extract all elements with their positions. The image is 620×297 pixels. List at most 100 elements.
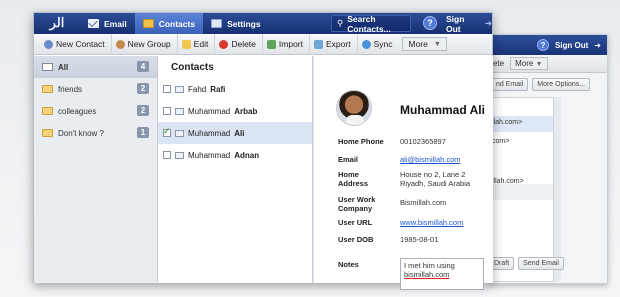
sign-out-link[interactable]: Sign Out ➜ — [446, 13, 492, 34]
bg-send-button[interactable]: Send Email — [518, 257, 564, 270]
email-label: Email — [338, 155, 359, 164]
bg-mail-line: com> — [492, 138, 510, 145]
contacts-icon — [142, 19, 154, 28]
home-address-line: House no 2, Lane 2 — [400, 170, 466, 179]
user-url-link[interactable]: www.bismillah.com — [400, 218, 463, 227]
contact-first-name: Muhammad — [188, 150, 231, 160]
contacts-window: الر Email Contacts Settings ⚲ Search Con… — [33, 12, 493, 290]
bg-delete-button[interactable]: ete — [493, 59, 504, 68]
delete-label: Delete — [231, 39, 256, 49]
bg-row — [490, 184, 560, 200]
bg-bottom-buttons: Draft Send Email — [489, 257, 564, 270]
avatar — [336, 90, 372, 126]
tab-settings[interactable]: Settings — [203, 13, 269, 34]
bg-action-row: nd Email More Options... — [489, 73, 607, 95]
user-url-label: User URL — [338, 218, 373, 227]
contact-row-fahd-rafi[interactable]: Fahd Rafi — [158, 78, 312, 100]
bg-mail-line: llah.com> — [492, 119, 523, 126]
edit-icon — [181, 39, 191, 49]
tab-settings-label: Settings — [227, 18, 261, 29]
contacts-heading: Contacts — [171, 61, 214, 73]
tab-contacts[interactable]: Contacts — [134, 13, 204, 34]
group-label: All — [58, 62, 69, 72]
folder-icon — [42, 129, 53, 137]
new-contact-button[interactable]: New Contact — [40, 34, 111, 55]
import-button[interactable]: Import — [261, 33, 309, 55]
contact-row-muhammad-ali[interactable]: Muhammad Ali — [158, 122, 312, 144]
home-address-value: House no 2, Lane 2 Riyadh, Saudi Arabia — [400, 170, 470, 188]
delete-icon — [219, 39, 229, 49]
contact-last-name: Ali — [234, 128, 245, 138]
contact-checkbox[interactable] — [163, 107, 171, 115]
home-address-label: Home Address — [338, 170, 368, 188]
bg-topbar: ? Sign Out ➜ — [489, 35, 607, 55]
contact-first-name: Muhammad — [188, 128, 231, 138]
export-button[interactable]: Export — [309, 33, 357, 55]
more-dropdown[interactable]: More ▼ — [402, 37, 447, 51]
export-icon — [314, 39, 323, 49]
import-icon — [266, 39, 276, 49]
bg-mail-line: illah.com> — [492, 178, 524, 185]
sync-button[interactable]: Sync — [356, 33, 399, 55]
search-contacts-button[interactable]: ⚲ Search Contacts... — [331, 13, 411, 34]
delete-button[interactable]: Delete — [214, 33, 262, 55]
contact-first-name: Muhammad — [188, 106, 231, 116]
new-group-label: New Group — [127, 39, 171, 49]
bg-mail-list: llah.com> com> illah.com> — [489, 97, 560, 282]
home-address-line: Riyadh, Saudi Arabia — [400, 179, 471, 188]
group-item-all[interactable]: All 4 — [34, 56, 157, 78]
sign-out-label: Sign Out — [446, 13, 465, 34]
contact-row-muhammad-arbab[interactable]: Muhammad Arbab — [158, 100, 312, 122]
search-icon: ⚲ — [337, 18, 344, 28]
work-company-label: User Work Company — [338, 195, 375, 213]
arrow-right-icon: ➜ — [484, 18, 492, 28]
tab-email[interactable]: Email — [80, 13, 135, 34]
contact-checkbox[interactable] — [163, 85, 171, 93]
folder-icon — [42, 107, 53, 115]
background-email-window: ? Sign Out ➜ ete More ▼ nd Email More Op… — [488, 34, 608, 284]
tab-email-label: Email — [104, 18, 127, 29]
contact-card-icon — [175, 129, 184, 137]
edit-button[interactable]: Edit — [176, 33, 215, 55]
user-dob-label: User DOB — [338, 235, 374, 244]
group-label: Don't know ? — [58, 128, 104, 138]
group-item-colleagues[interactable]: colleagues 2 — [34, 100, 157, 122]
contacts-list: Contacts Fahd Rafi Muhammad Arbab Muhamm… — [158, 56, 313, 283]
contact-checkbox[interactable] — [163, 126, 171, 137]
contact-card-icon — [175, 107, 184, 115]
bg-scrollbar[interactable] — [553, 97, 561, 282]
contact-first-name: Fahd — [188, 84, 207, 94]
work-company-label-line: Company — [338, 204, 373, 213]
top-nav-bar: الر Email Contacts Settings ⚲ Search Con… — [34, 13, 492, 34]
email-link[interactable]: ali@bismillah.com — [400, 155, 461, 164]
group-item-dont-know[interactable]: Don't know ? 1 — [34, 122, 157, 144]
home-address-label-line: Home — [338, 170, 359, 179]
contact-checkbox[interactable] — [163, 151, 171, 159]
sync-icon — [361, 39, 371, 49]
app-logo[interactable]: الر — [34, 13, 80, 34]
bg-send-email-button[interactable]: nd Email — [491, 77, 529, 91]
user-dob-value: 1985-08-01 — [400, 235, 439, 244]
contact-row-muhammad-adnan[interactable]: Muhammad Adnan — [158, 144, 312, 166]
add-group-icon — [115, 39, 125, 49]
help-icon[interactable]: ? — [423, 16, 437, 30]
edit-label: Edit — [193, 39, 209, 49]
new-group-button[interactable]: New Group — [110, 33, 177, 55]
sync-label: Sync — [373, 39, 393, 49]
bg-more-button[interactable]: More ▼ — [510, 57, 548, 70]
home-phone-value: 00102365897 — [400, 137, 446, 146]
chevron-down-icon: ▼ — [433, 40, 441, 48]
bg-help-icon[interactable]: ? — [536, 39, 549, 51]
bg-more-options-button[interactable]: More Options... — [532, 77, 591, 91]
contact-last-name: Arbab — [234, 106, 258, 116]
search-contacts-label: Search Contacts... — [347, 13, 391, 34]
group-count-badge: 4 — [137, 61, 149, 72]
bg-more-label: More — [515, 59, 534, 68]
contact-last-name: Adnan — [234, 150, 260, 160]
bg-signout-link[interactable]: Sign Out — [555, 41, 588, 50]
group-item-friends[interactable]: friends 2 — [34, 78, 157, 100]
notes-textarea[interactable]: I met him using bismillah.com — [400, 258, 484, 290]
notes-line: bismillah.com — [404, 270, 450, 279]
folder-icon — [42, 85, 53, 93]
contact-card-icon — [175, 151, 184, 159]
